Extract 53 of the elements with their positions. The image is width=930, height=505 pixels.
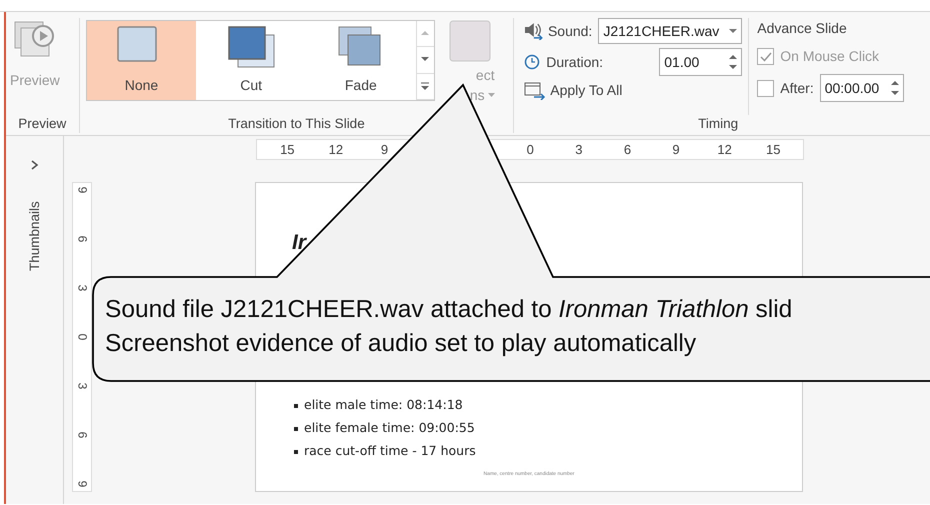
ruler-number: 3	[75, 382, 89, 390]
bullet-text: elite male time: 08:14:18	[304, 396, 463, 414]
caret-icon	[488, 92, 495, 98]
callout-text: Screenshot evidence of audio set to play automatically	[105, 329, 698, 359]
ruler-number: 12	[716, 141, 733, 159]
checkbox-label: After:	[780, 78, 814, 98]
spinner-icon[interactable]	[729, 54, 738, 70]
callout-text: Sound file J2121CHEER.wav attached to Ironman Triathlon slid	[105, 295, 792, 325]
check-icon	[760, 52, 772, 62]
transition-option[interactable]: None	[86, 21, 196, 100]
caret-icon	[729, 28, 738, 34]
transition-cut-icon	[226, 25, 276, 69]
sound-dropdown[interactable]: J2121CHEER.wav	[598, 18, 742, 44]
duration-field[interactable]: 01.00	[659, 48, 742, 76]
duration-label: Duration:	[546, 52, 604, 72]
slide-title: Ir	[292, 230, 306, 256]
ruler-number: 9	[75, 186, 89, 194]
ruler-number: 6	[75, 432, 89, 438]
effect-options-label: ect	[476, 66, 495, 85]
ruler-number: 9	[671, 141, 681, 159]
ruler-number: 0	[526, 141, 535, 159]
sound-label: Sound:	[548, 22, 592, 40]
speaker-icon	[524, 22, 544, 40]
bullet-icon	[294, 426, 298, 430]
bullet-text: race cut-off time - 17 hours	[304, 442, 476, 460]
group-label: Timing	[698, 115, 738, 133]
ruler-number: 6	[75, 236, 89, 242]
ruler-number: 3	[75, 284, 89, 292]
ruler-number: 9	[380, 141, 390, 159]
expand-chevron-icon[interactable]	[30, 160, 38, 170]
ruler-number: 12	[328, 141, 344, 159]
group-label: Transition to This Slide	[228, 115, 365, 133]
apply-to-all-button[interactable]: Apply To All	[524, 80, 742, 101]
ruler-number: 3	[574, 141, 584, 159]
bullet-icon	[294, 404, 298, 408]
bullet-text: elite female time: 09:00:55	[304, 419, 475, 438]
advance-slide-heading: Advance Slide	[757, 19, 848, 38]
more-arrow-icon	[420, 82, 430, 91]
thumbnails-label[interactable]: Thumbnails	[24, 201, 45, 272]
apply-to-all-icon	[524, 82, 546, 100]
clock-icon	[524, 54, 540, 70]
ruler-number: 6	[622, 141, 632, 159]
group-label: Preview	[18, 115, 66, 133]
ruler-number: 0	[75, 334, 89, 340]
ruler-number: 9	[75, 480, 89, 488]
after-time-field[interactable]: 00:00.00	[820, 74, 904, 102]
effect-options-label: ns	[470, 86, 485, 105]
ruler-number: 15	[765, 141, 782, 159]
bullet-icon	[294, 450, 298, 454]
ruler-number: 15	[279, 141, 296, 159]
spinner-icon[interactable]	[890, 80, 899, 96]
checkbox-label: On Mouse Click	[780, 47, 880, 66]
checkbox[interactable]	[757, 80, 774, 96]
